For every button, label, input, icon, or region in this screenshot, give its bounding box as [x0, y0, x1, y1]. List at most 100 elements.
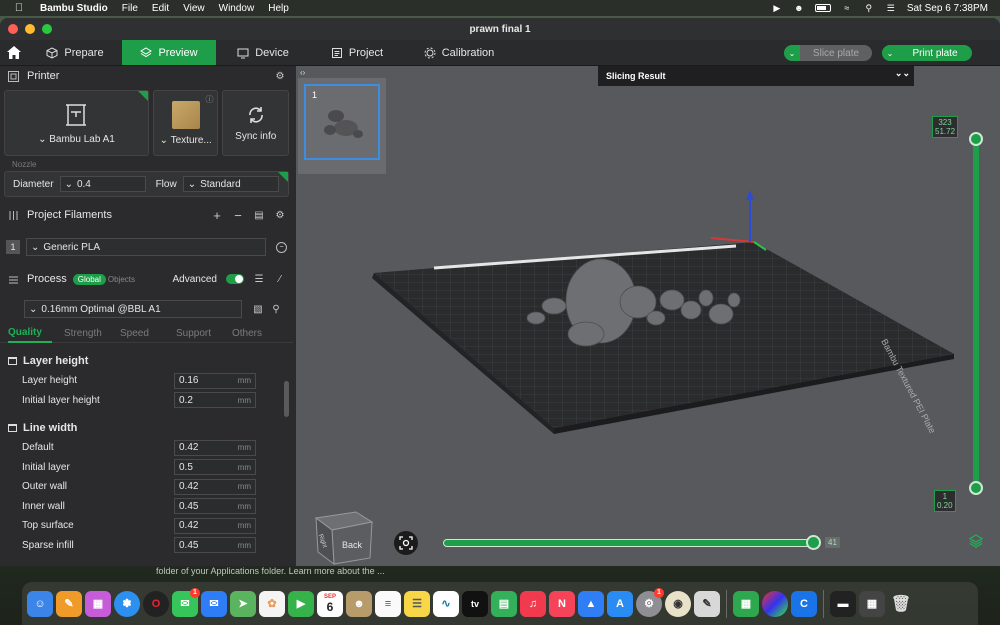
safari-icon[interactable]: ✽: [114, 590, 140, 617]
app-store-icon[interactable]: A: [607, 590, 633, 617]
opera-icon[interactable]: O: [143, 590, 169, 617]
print-options-dropdown[interactable]: ⌄: [882, 45, 898, 61]
messages-icon[interactable]: ✉ 1: [172, 587, 200, 617]
flow-select[interactable]: ⌄ Standard: [182, 176, 279, 192]
filament-settings-gear-icon[interactable]: ⚙: [274, 209, 286, 221]
maps-icon[interactable]: ➤: [230, 590, 256, 617]
menu-app-name[interactable]: Bambu Studio: [40, 3, 108, 14]
control-center-icon[interactable]: ☰: [885, 3, 897, 13]
tab-calibration[interactable]: Calibration: [404, 40, 514, 65]
setting-value-input[interactable]: 0.5 mm: [174, 459, 256, 476]
setting-value-input[interactable]: 0.45 mm: [174, 537, 256, 554]
slicing-result-panel[interactable]: Slicing Result ⌄⌄: [598, 66, 914, 86]
subtab-support[interactable]: Support: [176, 328, 232, 339]
tab-preview[interactable]: Preview: [122, 40, 216, 65]
process-objects-toggle[interactable]: Objects: [108, 275, 135, 284]
filament-sync-icon[interactable]: ▤: [253, 209, 265, 221]
trash-icon[interactable]: 🗑: [888, 591, 914, 617]
facetime-icon[interactable]: ▶: [288, 590, 314, 617]
preview-viewport[interactable]: ‹› 1 Slicing Result ⌄⌄ Bambu Textured PE…: [296, 66, 1000, 566]
subtab-strength[interactable]: Strength: [64, 328, 120, 339]
calendar-icon[interactable]: SEP 6: [317, 590, 343, 617]
camera-reset-button[interactable]: [394, 531, 418, 555]
launchpad-icon[interactable]: ▦: [85, 590, 111, 617]
freeform-icon[interactable]: ∿: [433, 590, 459, 617]
remove-filament-icon[interactable]: −: [232, 208, 244, 223]
advanced-toggle[interactable]: [226, 274, 244, 284]
process-list-icon[interactable]: ☰: [253, 273, 265, 285]
layer-slider-bottom-handle[interactable]: [969, 481, 983, 495]
printer-select-card[interactable]: ⌄ Bambu Lab A1: [4, 90, 149, 156]
slice-plate-button[interactable]: Slice plate: [800, 45, 872, 61]
notes-icon[interactable]: ☰: [404, 590, 430, 617]
setting-value-input[interactable]: 0.45 mm: [174, 498, 256, 515]
keynote-icon[interactable]: ▲: [578, 590, 604, 617]
expand-chevron-icon[interactable]: ⌄⌄: [895, 68, 910, 79]
menubar-clock[interactable]: Sat Sep 6 7:38PM: [907, 3, 988, 14]
recent-window-icon[interactable]: ▦: [859, 590, 885, 617]
plate-thumbnail[interactable]: 1: [304, 84, 380, 160]
print-plate-button[interactable]: Print plate: [898, 45, 972, 61]
music-icon[interactable]: ♫: [520, 590, 546, 617]
minimize-window-button[interactable]: [25, 24, 35, 34]
play-status-icon[interactable]: ▶: [771, 3, 783, 13]
finder-icon[interactable]: ☺: [27, 590, 53, 617]
home-button[interactable]: [0, 40, 28, 65]
move-slider-handle[interactable]: [806, 535, 821, 550]
dvd-player-icon[interactable]: ◉: [665, 590, 691, 617]
layers-toggle-icon[interactable]: [969, 534, 983, 548]
menu-help[interactable]: Help: [268, 3, 289, 14]
color-picker-icon[interactable]: [762, 590, 788, 617]
subtab-others[interactable]: Others: [232, 328, 288, 339]
close-window-button[interactable]: [8, 24, 18, 34]
plate-type-card[interactable]: ⓘ ⌄ Texture...: [152, 90, 219, 156]
process-preset-select[interactable]: ⌄ 0.16mm Optimal @BBL A1: [24, 300, 242, 318]
apple-tv-icon[interactable]: tv: [462, 590, 488, 617]
slice-options-dropdown[interactable]: ⌄: [784, 45, 800, 61]
add-filament-icon[interactable]: +: [211, 208, 223, 223]
user-icon[interactable]: ☻: [793, 3, 805, 13]
setting-value-input[interactable]: 0.42 mm: [174, 517, 256, 534]
menu-view[interactable]: View: [183, 3, 205, 14]
news-icon[interactable]: N: [549, 590, 575, 617]
diameter-select[interactable]: ⌄ 0.4: [59, 176, 146, 192]
menu-file[interactable]: File: [122, 3, 138, 14]
photos-icon[interactable]: ✿: [259, 590, 285, 617]
process-global-toggle[interactable]: Global: [72, 273, 106, 285]
tab-device[interactable]: Device: [216, 40, 310, 65]
menu-edit[interactable]: Edit: [152, 3, 169, 14]
subtab-speed[interactable]: Speed: [120, 328, 176, 339]
settings-scrollbar[interactable]: [284, 381, 289, 417]
c-app-icon[interactable]: C: [791, 590, 817, 617]
setting-value-input[interactable]: 0.42 mm: [174, 439, 256, 456]
collapse-sidebar-icon[interactable]: ‹›: [300, 68, 305, 77]
system-settings-icon[interactable]: ⚙ 1: [636, 587, 664, 617]
filament-edit-icon[interactable]: −: [276, 241, 287, 253]
search-icon[interactable]: ⚲: [863, 3, 875, 13]
setting-value-input[interactable]: 0.16 mm: [174, 372, 256, 389]
apple-menu-icon[interactable]: : [12, 2, 26, 14]
wifi-icon[interactable]: ≈: [841, 3, 853, 13]
process-compare-icon[interactable]: ⁄: [274, 273, 286, 285]
reminders-icon[interactable]: ≡: [375, 590, 401, 617]
search-settings-icon[interactable]: ⚲: [270, 303, 282, 315]
menu-window[interactable]: Window: [219, 3, 255, 14]
filament-slot-number[interactable]: 1: [6, 240, 20, 254]
printer-settings-gear-icon[interactable]: ⚙: [274, 70, 286, 82]
numbers-icon[interactable]: ▤: [491, 590, 517, 617]
mail-icon[interactable]: ✉: [201, 590, 227, 617]
zoom-window-button[interactable]: [42, 24, 52, 34]
contacts-icon[interactable]: ☻: [346, 590, 372, 617]
battery-icon[interactable]: [814, 4, 831, 12]
setting-value-input[interactable]: 0.42 mm: [174, 478, 256, 495]
pencil-app-icon[interactable]: ✎: [56, 590, 82, 617]
tab-prepare[interactable]: Prepare: [28, 40, 122, 65]
setting-value-input[interactable]: 0.2 mm: [174, 392, 256, 409]
info-icon[interactable]: ⓘ: [205, 94, 213, 105]
move-slider[interactable]: [443, 539, 815, 547]
filament-select[interactable]: ⌄ Generic PLA: [26, 238, 266, 256]
sync-info-button[interactable]: Sync info: [222, 90, 289, 156]
recent-window-icon[interactable]: ▬: [830, 590, 856, 617]
preview-app-icon[interactable]: ✎: [694, 590, 720, 617]
view-orientation-cube[interactable]: Back Right: [312, 508, 376, 566]
